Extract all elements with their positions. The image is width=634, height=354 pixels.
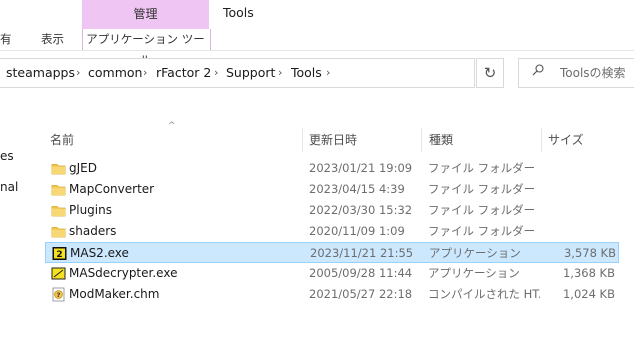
file-date: 2005/09/28 11:44 bbox=[309, 266, 413, 280]
folder-icon bbox=[51, 161, 66, 176]
column-divider[interactable] bbox=[541, 128, 542, 152]
file-row[interactable]: MASdecrypter.exe 2005/09/28 11:44 アプリケーション… bbox=[45, 263, 619, 284]
window-title: Tools bbox=[223, 5, 254, 20]
chevron-right-icon[interactable]: › bbox=[326, 58, 330, 88]
file-size bbox=[525, 158, 615, 179]
file-name: gJED bbox=[69, 161, 97, 175]
svg-text:?: ? bbox=[57, 291, 61, 299]
column-divider[interactable] bbox=[302, 128, 303, 152]
file-row[interactable]: ? ModMaker.chm 2021/05/27 22:18 コンパイルされた HT… bbox=[45, 284, 619, 305]
file-row[interactable]: shaders 2020/11/09 1:09 ファイル フォルダー bbox=[45, 221, 619, 242]
breadcrumb-tools[interactable]: Tools bbox=[291, 58, 322, 88]
file-row[interactable]: gJED 2023/01/21 19:09 ファイル フォルダー bbox=[45, 158, 619, 179]
app-exe-icon bbox=[51, 266, 66, 281]
file-size bbox=[525, 200, 615, 221]
file-type: アプリケーション bbox=[428, 266, 520, 280]
file-name: MAS2.exe bbox=[70, 246, 129, 260]
breadcrumb-common[interactable]: common bbox=[88, 58, 142, 88]
context-group-label: 管理 bbox=[133, 7, 158, 21]
breadcrumb-rfactor2[interactable]: rFactor 2 bbox=[156, 58, 211, 88]
file-date: 2023/01/21 19:09 bbox=[309, 161, 413, 175]
folder-icon bbox=[51, 182, 66, 197]
tab-share[interactable]: 有 bbox=[0, 29, 12, 50]
chevron-right-icon[interactable]: › bbox=[278, 58, 282, 88]
svg-text:2: 2 bbox=[56, 250, 62, 260]
file-date: 2023/11/21 21:55 bbox=[310, 246, 414, 260]
file-row[interactable]: Plugins 2022/03/30 15:32 ファイル フォルダー bbox=[45, 200, 619, 221]
column-header-type[interactable]: 種類 bbox=[429, 128, 453, 152]
file-date: 2023/04/15 4:39 bbox=[309, 182, 405, 196]
folder-icon bbox=[51, 224, 66, 239]
file-name: MapConverter bbox=[69, 182, 155, 196]
file-name: Plugins bbox=[69, 203, 112, 217]
file-date: 2021/05/27 22:18 bbox=[309, 287, 413, 301]
file-size: 1,024 KB bbox=[562, 287, 615, 301]
sort-ascending-icon: ^ bbox=[168, 121, 176, 131]
file-type: ファイル フォルダー bbox=[428, 161, 536, 175]
mas2-app-icon: 2 bbox=[52, 246, 67, 261]
tab-application-tools[interactable]: アプリケーション ツール bbox=[82, 29, 209, 67]
file-date: 2022/03/30 15:32 bbox=[309, 203, 413, 217]
file-name: MASdecrypter.exe bbox=[69, 266, 178, 280]
search-placeholder[interactable]: Toolsの検索 bbox=[560, 58, 626, 88]
file-type: ファイル フォルダー bbox=[428, 182, 536, 196]
column-header-name[interactable]: 名前 bbox=[50, 128, 74, 152]
column-header-size[interactable]: サイズ bbox=[548, 128, 584, 152]
file-type: アプリケーション bbox=[429, 246, 521, 260]
file-size bbox=[525, 179, 615, 200]
file-row[interactable]: 2 MAS2.exe 2023/11/21 21:55 アプリケーション 3,578 K… bbox=[45, 242, 619, 263]
breadcrumb-support[interactable]: Support bbox=[226, 58, 275, 88]
file-size: 1,368 KB bbox=[562, 266, 615, 280]
file-name: shaders bbox=[69, 224, 117, 238]
file-type: コンパイルされた HT... bbox=[428, 287, 540, 301]
nav-item-fragment[interactable]: es bbox=[0, 149, 14, 163]
file-type: ファイル フォルダー bbox=[428, 224, 536, 238]
nav-item-fragment[interactable]: nal bbox=[0, 180, 18, 194]
file-row[interactable]: MapConverter 2023/04/15 4:39 ファイル フォルダー bbox=[45, 179, 619, 200]
chevron-right-icon[interactable]: › bbox=[214, 58, 218, 88]
column-divider[interactable] bbox=[421, 128, 422, 152]
help-file-icon: ? bbox=[51, 287, 66, 302]
file-date: 2020/11/09 1:09 bbox=[309, 224, 405, 238]
breadcrumb-steamapps[interactable]: steamapps bbox=[6, 58, 75, 88]
chevron-right-icon[interactable]: › bbox=[76, 58, 80, 88]
folder-icon bbox=[51, 203, 66, 218]
refresh-button[interactable]: ↻ bbox=[476, 58, 504, 88]
column-header-date[interactable]: 更新日時 bbox=[309, 128, 357, 152]
file-type: ファイル フォルダー bbox=[428, 203, 536, 217]
file-size: 3,578 KB bbox=[563, 246, 616, 260]
file-name: ModMaker.chm bbox=[69, 287, 160, 301]
tab-view[interactable]: 表示 bbox=[41, 29, 64, 50]
search-icon bbox=[532, 64, 544, 76]
chevron-right-icon[interactable]: › bbox=[143, 58, 147, 88]
file-size bbox=[525, 221, 615, 242]
